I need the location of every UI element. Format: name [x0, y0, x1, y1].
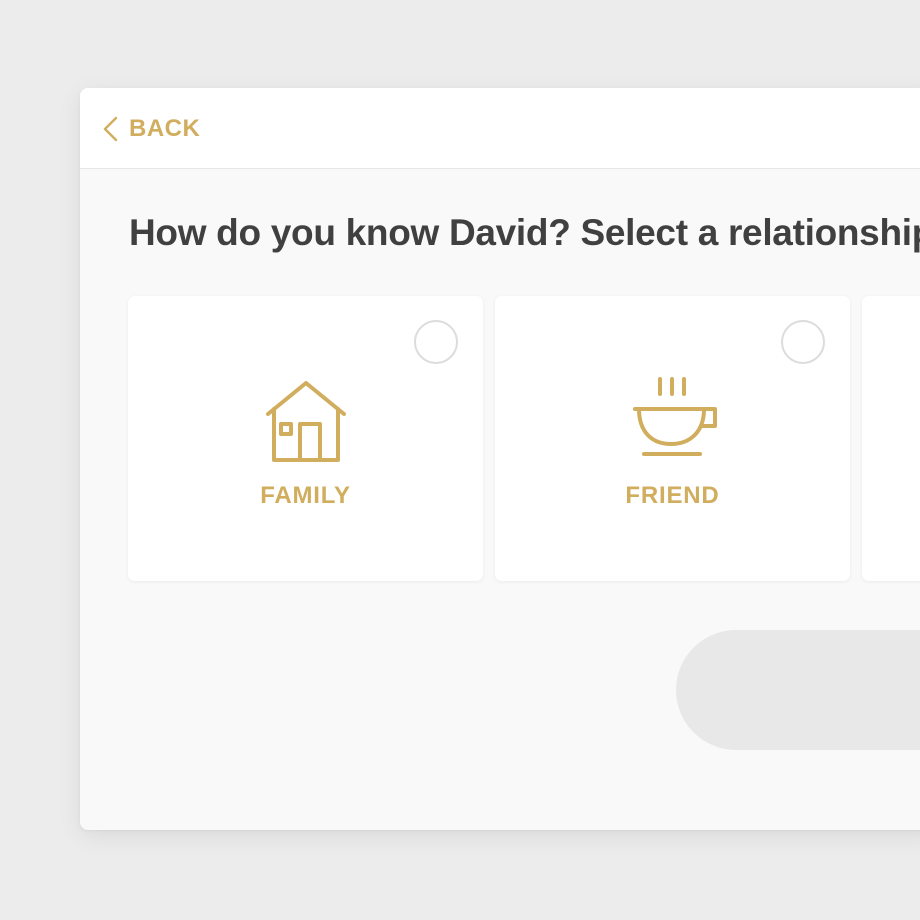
- house-icon: [265, 381, 346, 462]
- option-card-family[interactable]: FAMILY: [128, 296, 483, 581]
- option-label: FAMILY: [260, 482, 351, 509]
- back-button[interactable]: BACK: [102, 112, 200, 146]
- radio-button[interactable]: [781, 320, 825, 364]
- option-card-3[interactable]: [862, 296, 920, 581]
- dialog-window: BACK How do you know David? Select a rel…: [80, 88, 920, 830]
- option-label: FRIEND: [625, 482, 720, 509]
- radio-button[interactable]: [414, 320, 458, 364]
- option-card-friend[interactable]: FRIEND: [495, 296, 850, 581]
- back-label: BACK: [129, 115, 201, 142]
- coffee-cup-icon: [632, 377, 717, 456]
- top-bar: BACK: [80, 88, 920, 169]
- page-title: How do you know David? Select a relation…: [129, 212, 920, 253]
- continue-button[interactable]: [676, 630, 920, 750]
- screen: BACK How do you know David? Select a rel…: [0, 0, 920, 920]
- chevron-left-icon: [103, 116, 118, 142]
